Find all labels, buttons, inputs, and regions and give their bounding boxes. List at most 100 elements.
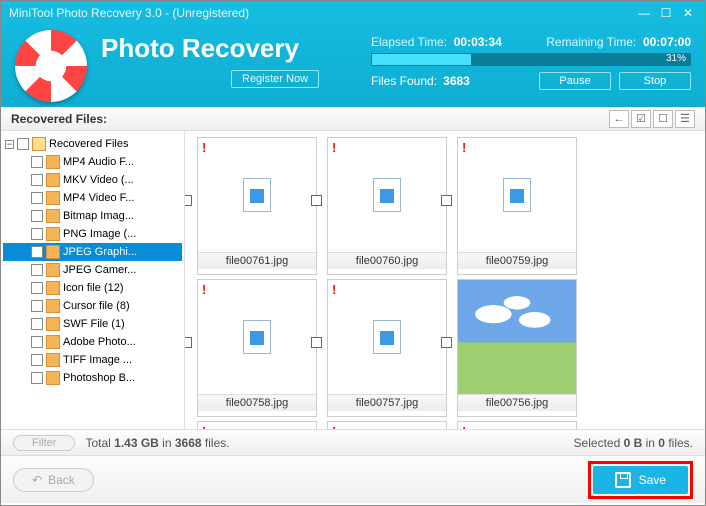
register-button[interactable]: Register Now (231, 70, 319, 88)
tree-checkbox[interactable] (31, 174, 43, 186)
tree-root-label: Recovered Files (49, 138, 128, 150)
file-tree[interactable]: − Recovered Files MP4 Audio F... MKV Video … (1, 131, 185, 429)
filetype-icon (46, 371, 60, 385)
tree-checkbox[interactable] (31, 354, 43, 366)
files-found-label: Files Found: (371, 74, 437, 88)
tree-item-label: MP4 Video F... (63, 192, 134, 204)
tree-checkbox[interactable] (31, 300, 43, 312)
app-title: Photo Recovery (101, 33, 319, 64)
status-bar: Filter Total 1.43 GB in 3668 files. Sele… (1, 429, 705, 455)
alert-icon: ! (202, 140, 206, 155)
tree-item-label: MP4 Audio F... (63, 156, 134, 168)
selected-summary: Selected 0 B in 0 files. (574, 436, 693, 450)
thumbnail-filename: file00760.jpg (328, 252, 446, 269)
thumb-checkbox[interactable] (441, 337, 452, 348)
tree-item-label: TIFF Image ... (63, 354, 132, 366)
tree-item-label: Bitmap Imag... (63, 210, 134, 222)
thumbnail-grid[interactable]: !file00761.jpg! file00760.jpg !file00759.j… (185, 131, 705, 429)
tree-item[interactable]: Adobe Photo... (3, 333, 182, 351)
alert-icon: ! (462, 424, 466, 429)
tree-checkbox[interactable] (31, 336, 43, 348)
thumbnail[interactable]: !file00756.jpg (457, 279, 577, 417)
select-all-button[interactable]: ☑ (631, 110, 651, 128)
thumbnail[interactable]: ! file00760.jpg (327, 137, 447, 275)
filetype-icon (46, 317, 60, 331)
thumbnail[interactable]: !file00759.jpg (457, 137, 577, 275)
filetype-icon (46, 299, 60, 313)
tree-item[interactable]: SWF File (1) (3, 315, 182, 333)
tree-item[interactable]: Icon file (12) (3, 279, 182, 297)
save-button[interactable]: Save (593, 466, 688, 494)
tree-checkbox[interactable] (31, 264, 43, 276)
pause-button[interactable]: Pause (539, 72, 611, 90)
filetype-icon (46, 335, 60, 349)
window-title: MiniTool Photo Recovery 3.0 - (Unregiste… (9, 6, 631, 20)
alert-icon: ! (332, 140, 336, 155)
close-button[interactable]: ✕ (679, 4, 697, 22)
minimize-button[interactable]: — (635, 4, 653, 22)
thumb-checkbox[interactable] (185, 195, 192, 206)
folder-icon (32, 137, 46, 151)
back-button[interactable]: ↶Back (13, 468, 94, 492)
tree-item[interactable]: Cursor file (8) (3, 297, 182, 315)
app-logo (1, 25, 101, 107)
thumbnail[interactable]: ! (457, 421, 577, 429)
save-highlight: Save (588, 461, 693, 499)
thumbnail[interactable]: !file00755.jpg (197, 421, 317, 429)
total-summary: Total 1.43 GB in 3668 files. (85, 436, 229, 450)
thumbnail[interactable]: !file00754.jpg (327, 421, 447, 429)
thumb-checkbox[interactable] (185, 337, 192, 348)
tree-item-label: PNG Image (... (63, 228, 136, 240)
thumbnail-filename: file00757.jpg (328, 394, 446, 411)
tree-checkbox[interactable] (31, 372, 43, 384)
tree-expander-icon[interactable]: − (5, 140, 14, 149)
thumbnail-image (458, 280, 576, 394)
file-placeholder-icon (373, 320, 401, 354)
thumbnail[interactable]: !file00758.jpg (197, 279, 317, 417)
tree-item[interactable]: PNG Image (... (3, 225, 182, 243)
elapsed-label: Elapsed Time: (371, 35, 447, 49)
elapsed-value: 00:03:34 (454, 35, 502, 49)
tree-item[interactable]: Photoshop B... (3, 369, 182, 387)
tree-checkbox[interactable] (31, 210, 43, 222)
view-list-button[interactable]: ☰ (675, 110, 695, 128)
tree-checkbox[interactable] (31, 282, 43, 294)
thumb-checkbox[interactable] (311, 337, 322, 348)
tree-checkbox[interactable] (31, 156, 43, 168)
tree-item[interactable]: JPEG Camer... (3, 261, 182, 279)
maximize-button[interactable]: ☐ (657, 4, 675, 22)
thumbnail-filename: file00758.jpg (198, 394, 316, 411)
view-large-button[interactable]: ☐ (653, 110, 673, 128)
tree-checkbox[interactable] (17, 138, 29, 150)
tree-checkbox[interactable] (31, 246, 43, 258)
alert-icon: ! (332, 424, 336, 429)
filetype-icon (46, 353, 60, 367)
filter-button[interactable]: Filter (13, 435, 75, 451)
file-placeholder-icon (243, 320, 271, 354)
filetype-icon (46, 281, 60, 295)
tree-item-label: SWF File (1) (63, 318, 125, 330)
thumbnail[interactable]: !file00757.jpg (327, 279, 447, 417)
tree-item[interactable]: Bitmap Imag... (3, 207, 182, 225)
nav-back-button[interactable]: ← (609, 110, 629, 128)
back-arrow-icon: ↶ (32, 473, 42, 487)
file-placeholder-icon (373, 178, 401, 212)
tree-item-label: MKV Video (... (63, 174, 134, 186)
progress-bar: 31% (371, 53, 691, 66)
thumbnail[interactable]: !file00761.jpg (197, 137, 317, 275)
tree-item[interactable]: MP4 Video F... (3, 189, 182, 207)
filetype-icon (46, 227, 60, 241)
tree-checkbox[interactable] (31, 192, 43, 204)
tree-item[interactable]: MP4 Audio F... (3, 153, 182, 171)
tree-item[interactable]: TIFF Image ... (3, 351, 182, 369)
footer: ↶Back Save (1, 455, 705, 503)
tree-checkbox[interactable] (31, 318, 43, 330)
tree-item-label: JPEG Camer... (63, 264, 136, 276)
thumb-checkbox[interactable] (441, 195, 452, 206)
stop-button[interactable]: Stop (619, 72, 691, 90)
tree-checkbox[interactable] (31, 228, 43, 240)
filetype-icon (46, 263, 60, 277)
tree-item[interactable]: JPEG Graphi... (3, 243, 182, 261)
thumb-checkbox[interactable] (311, 195, 322, 206)
tree-item[interactable]: MKV Video (... (3, 171, 182, 189)
